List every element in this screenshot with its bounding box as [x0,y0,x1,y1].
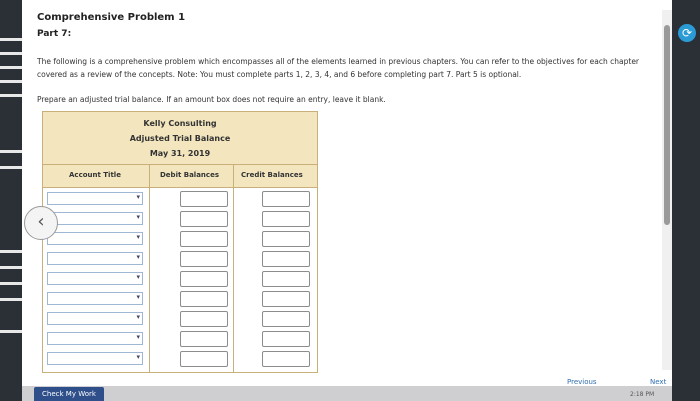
left-dock [0,0,22,401]
debit-header: Debit Balances [160,171,219,179]
debit-amount-input[interactable] [180,331,228,347]
credit-amount-input[interactable] [262,311,310,327]
dock-bar [0,150,22,153]
clock: 2:18 PM [630,391,655,398]
problem-description: The following is a comprehensive problem… [37,57,640,79]
credit-amount-input[interactable] [262,351,310,367]
account-title-select[interactable]: ▾ [47,252,143,265]
credit-amount-input[interactable] [262,231,310,247]
problem-panel: Comprehensive Problem 1 Part 7: The foll… [22,0,672,386]
trial-balance-row: ▾ [43,190,317,210]
account-title-select[interactable]: ▾ [47,212,143,225]
problem-instruction: Prepare an adjusted trial balance. If an… [37,95,386,104]
account-title-select[interactable]: ▾ [47,352,143,365]
company-name: Kelly Consulting [143,119,217,128]
dock-bar [0,166,22,169]
debit-amount-input[interactable] [180,351,228,367]
trial-balance-row: ▾ [43,250,317,270]
previous-button[interactable]: Previous [567,378,597,386]
account-title-select[interactable]: ▾ [47,312,143,325]
dock-bar [0,94,22,97]
chevron-left-icon[interactable]: ‹ [24,206,58,240]
dock-bar [0,250,22,253]
chevron-down-icon: ▾ [136,213,140,221]
debit-amount-input[interactable] [180,311,228,327]
account-title-header: Account Title [69,171,121,179]
trial-balance-row: ▾ [43,210,317,230]
dock-bar [0,282,22,285]
chevron-down-icon: ▾ [136,353,140,361]
credit-amount-input[interactable] [262,191,310,207]
credit-amount-input[interactable] [262,291,310,307]
account-title-select[interactable]: ▾ [47,192,143,205]
credit-amount-input[interactable] [262,251,310,267]
credit-amount-input[interactable] [262,271,310,287]
debit-amount-input[interactable] [180,231,228,247]
chevron-down-icon: ▾ [136,333,140,341]
chevron-down-icon: ▾ [136,253,140,261]
dock-bar [0,298,22,301]
refresh-icon[interactable]: ⟳ [678,24,696,42]
trial-balance-row: ▾ [43,350,317,370]
dock-bar [0,80,22,83]
next-button[interactable]: Next [650,378,666,386]
account-title-select[interactable]: ▾ [47,232,143,245]
statement-heading: Adjusted Trial Balance [129,134,231,143]
debit-amount-input[interactable] [180,211,228,227]
debit-amount-input[interactable] [180,271,228,287]
problem-title: Comprehensive Problem 1 [37,12,186,23]
check-my-work-button[interactable]: Check My Work [34,387,104,401]
part-label: Part 7: [37,29,72,39]
scrollbar-thumb[interactable] [664,25,670,225]
statement-date: May 31, 2019 [149,149,211,158]
dock-bar [0,52,22,55]
chevron-down-icon: ▾ [136,233,140,241]
column-headers: Account Title Debit Balances Credit Bala… [43,165,317,188]
debit-amount-input[interactable] [180,251,228,267]
dock-bar [0,66,22,69]
account-title-select[interactable]: ▾ [47,272,143,285]
trial-balance-row: ▾ [43,230,317,250]
debit-amount-input[interactable] [180,191,228,207]
right-dock: ⟳ [672,0,700,401]
debit-amount-input[interactable] [180,291,228,307]
trial-balance-row: ▾ [43,310,317,330]
trial-balance-row: ▾ [43,270,317,290]
dock-bar [0,266,22,269]
account-title-select[interactable]: ▾ [47,332,143,345]
chevron-down-icon: ▾ [136,313,140,321]
chevron-down-icon: ▾ [136,193,140,201]
dock-bar [0,38,22,41]
credit-header: Credit Balances [241,171,303,179]
dock-bar [0,330,22,333]
trial-balance-row: ▾ [43,330,317,350]
chevron-down-icon: ▾ [136,293,140,301]
credit-amount-input[interactable] [262,211,310,227]
trial-balance-row: ▾ [43,290,317,310]
trial-balance-header: Kelly Consulting Adjusted Trial Balance … [43,112,317,165]
chevron-down-icon: ▾ [136,273,140,281]
trial-balance-table: Kelly Consulting Adjusted Trial Balance … [42,111,318,373]
credit-amount-input[interactable] [262,331,310,347]
account-title-select[interactable]: ▾ [47,292,143,305]
